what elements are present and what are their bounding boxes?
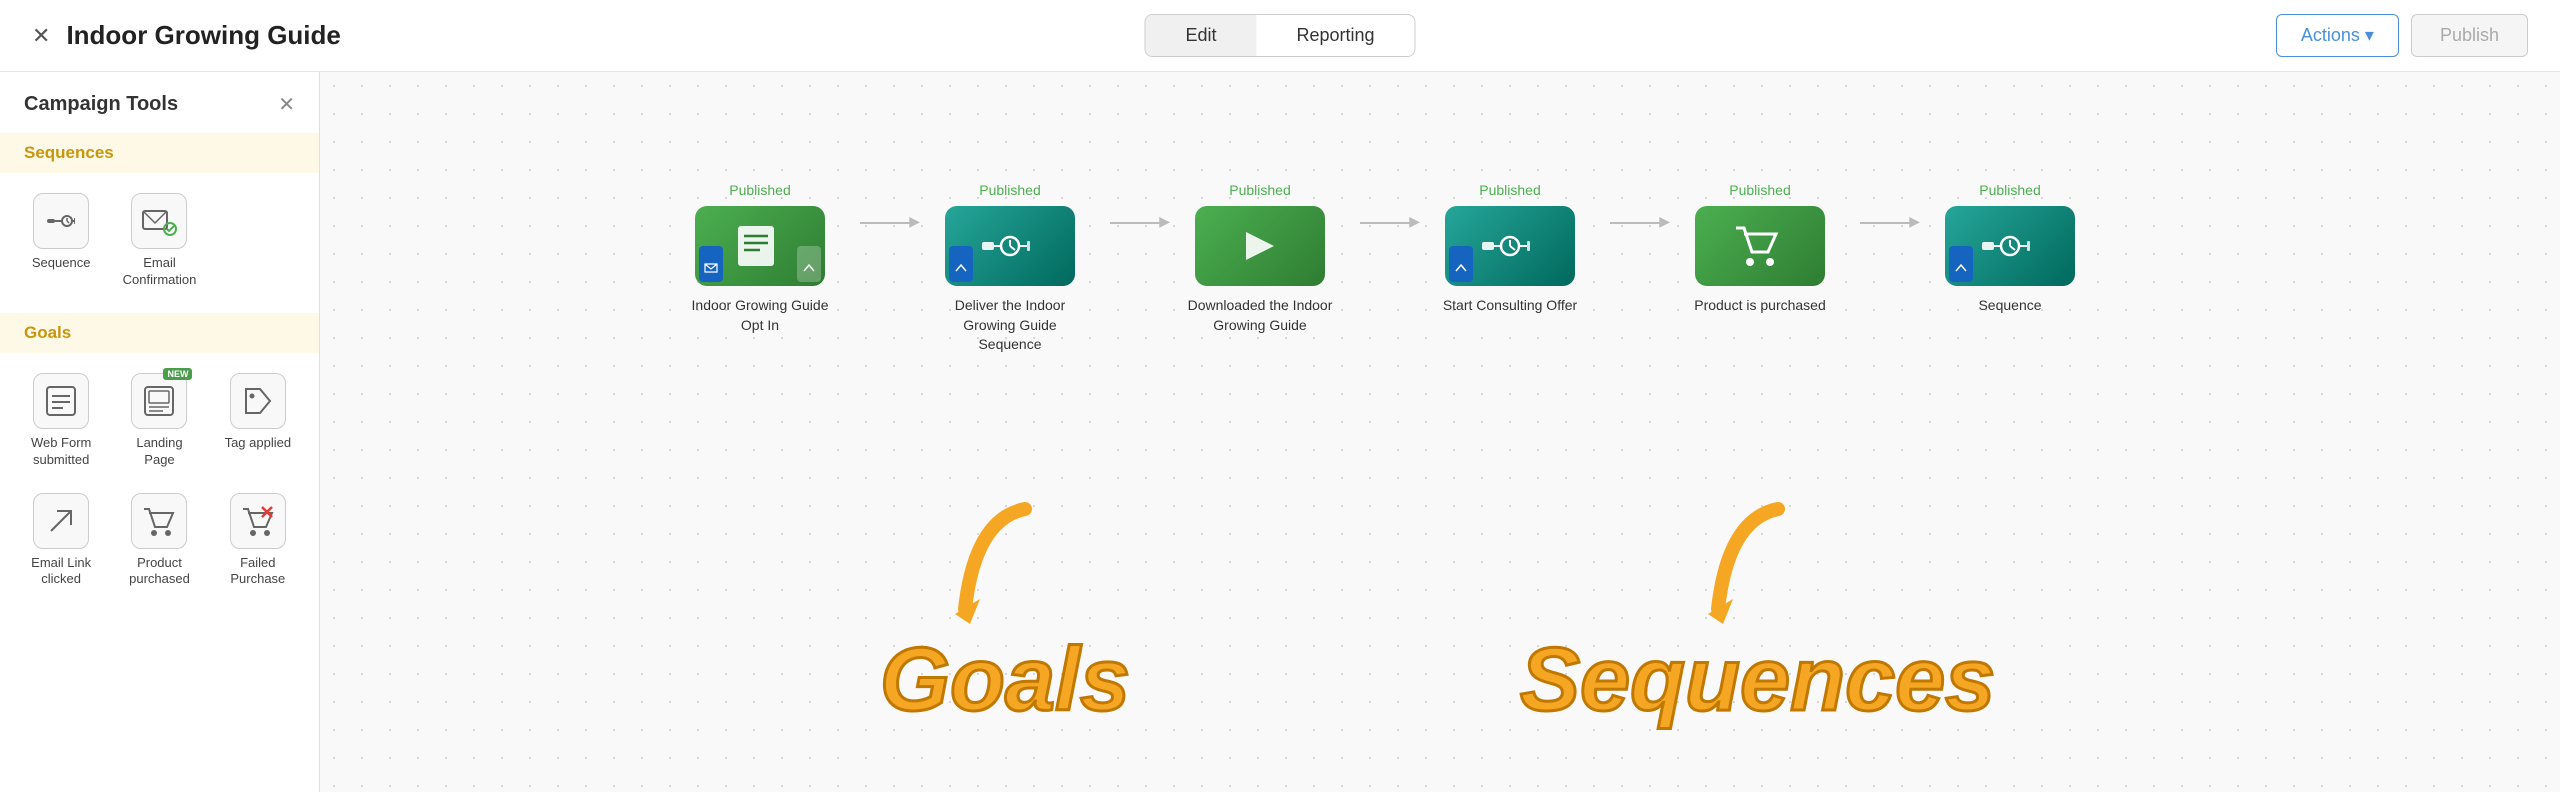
header-tabs: Edit Reporting — [1144, 14, 1415, 57]
node-4-box[interactable] — [1445, 206, 1575, 286]
flow-node-5[interactable]: Published Product is purchased — [1660, 182, 1860, 316]
email-confirmation-icon — [131, 193, 187, 249]
node-2-published: Published — [979, 182, 1041, 198]
node-3-published: Published — [1229, 182, 1291, 198]
tag-applied-tool[interactable]: Tag applied — [213, 365, 303, 477]
node-5-label: Product is purchased — [1694, 296, 1826, 316]
node-6-box[interactable] — [1945, 206, 2075, 286]
node-4-label: Start Consulting Offer — [1443, 296, 1577, 316]
arrow-4 — [1610, 222, 1660, 224]
flow-node-4[interactable]: Published Start Consulting — [1410, 182, 1610, 316]
goals-tools: Web Formsubmitted NEW LandingPage — [0, 365, 319, 613]
node-1-label: Indoor Growing GuideOpt In — [692, 296, 829, 335]
goals-annotation: Goals — [880, 499, 1130, 732]
landing-page-tool[interactable]: NEW LandingPage — [114, 365, 204, 477]
arrow-1 — [860, 222, 910, 224]
failed-purchase-tool-label: FailedPurchase — [230, 555, 285, 589]
landing-page-icon: NEW — [131, 373, 187, 429]
arrow-2 — [1110, 222, 1160, 224]
arrow-5 — [1860, 222, 1910, 224]
sequences-section-label: Sequences — [0, 133, 319, 173]
node-4-published: Published — [1479, 182, 1541, 198]
sequences-tools: Sequence EmailConfirmation — [0, 185, 319, 313]
email-link-tool[interactable]: Email Linkclicked — [16, 485, 106, 597]
failed-purchase-tool[interactable]: FailedPurchase — [213, 485, 303, 597]
tag-applied-tool-label: Tag applied — [225, 435, 292, 452]
node-6-published: Published — [1979, 182, 2041, 198]
sidebar-title: Campaign Tools — [24, 93, 178, 116]
goals-section-label: Goals — [0, 313, 319, 353]
sequences-big-label: Sequences — [1520, 629, 1995, 732]
tab-edit[interactable]: Edit — [1145, 15, 1256, 56]
flow-container: Published Indoor Growing Guide — [660, 182, 2110, 355]
web-form-icon — [33, 373, 89, 429]
header-close-icon[interactable]: ✕ — [32, 23, 50, 49]
header: ✕ Indoor Growing Guide Edit Reporting Ac… — [0, 0, 2560, 72]
node-5-box[interactable] — [1695, 206, 1825, 286]
canvas: Published Indoor Growing Guide — [320, 72, 2560, 792]
node-3-box[interactable] — [1195, 206, 1325, 286]
tag-applied-icon — [230, 373, 286, 429]
web-form-tool-label: Web Formsubmitted — [31, 435, 91, 469]
header-actions: Actions ▾ Publish — [2276, 14, 2528, 57]
product-purchased-icon — [131, 493, 187, 549]
flow-node-6[interactable]: Published Sequence — [1910, 182, 2110, 316]
email-link-icon — [33, 493, 89, 549]
flow-node-2[interactable]: Published Deliver the Indo — [910, 182, 1110, 355]
main-layout: Campaign Tools ✕ Sequences — [0, 72, 2560, 792]
node-1-box[interactable] — [695, 206, 825, 286]
failed-purchase-icon — [230, 493, 286, 549]
email-confirmation-tool-label: EmailConfirmation — [123, 255, 197, 289]
email-confirmation-tool[interactable]: EmailConfirmation — [114, 185, 204, 297]
goals-big-label: Goals — [880, 629, 1130, 732]
sidebar: Campaign Tools ✕ Sequences — [0, 72, 320, 792]
landing-page-tool-label: LandingPage — [136, 435, 182, 469]
flow-node-1[interactable]: Published Indoor Growing Guide — [660, 182, 860, 335]
sequence-tool-label: Sequence — [32, 255, 91, 272]
sequence-icon — [33, 193, 89, 249]
node-2-box[interactable] — [945, 206, 1075, 286]
web-form-tool[interactable]: Web Formsubmitted — [16, 365, 106, 477]
tab-reporting[interactable]: Reporting — [1256, 15, 1414, 56]
node-5-published: Published — [1729, 182, 1791, 198]
publish-button[interactable]: Publish — [2411, 14, 2528, 57]
product-purchased-tool[interactable]: Productpurchased — [114, 485, 204, 597]
email-link-tool-label: Email Linkclicked — [31, 555, 91, 589]
node-6-label: Sequence — [1978, 296, 2041, 316]
node-2-label: Deliver the IndoorGrowing GuideSequence — [955, 296, 1066, 355]
sidebar-close-icon[interactable]: ✕ — [278, 92, 295, 117]
flow-node-3[interactable]: Published Downloaded the IndoorGrowing G… — [1160, 182, 1360, 335]
node-3-label: Downloaded the IndoorGrowing Guide — [1188, 296, 1333, 335]
actions-button[interactable]: Actions ▾ — [2276, 14, 2399, 57]
node-1-published: Published — [729, 182, 791, 198]
sidebar-header: Campaign Tools ✕ — [0, 72, 319, 133]
product-purchased-tool-label: Productpurchased — [129, 555, 190, 589]
sequence-tool[interactable]: Sequence — [16, 185, 106, 297]
sequences-annotation: Sequences — [1520, 499, 1995, 732]
arrow-3 — [1360, 222, 1410, 224]
